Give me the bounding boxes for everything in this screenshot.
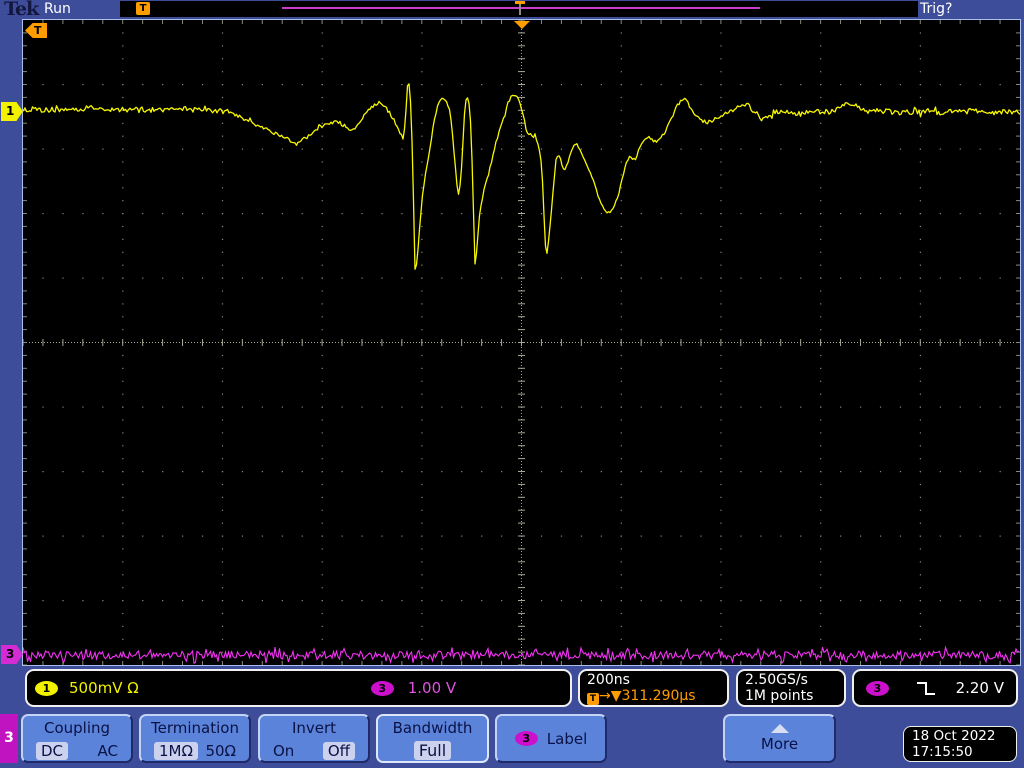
trigger-status: Trig?	[920, 1, 953, 17]
more-title: More	[760, 735, 799, 753]
invert-option-on[interactable]: On	[273, 742, 294, 760]
label-channel-badge: 3	[514, 731, 538, 746]
graticule-display	[22, 19, 1021, 666]
trigger-t-icon: T	[587, 693, 599, 705]
waveform-plot	[23, 20, 1020, 665]
bandwidth-title: Bandwidth	[392, 719, 473, 737]
label-button[interactable]: 3 Label	[495, 714, 607, 763]
termination-title: Termination	[151, 719, 239, 737]
acquisition-status: Run	[44, 1, 71, 17]
ch3-ground-marker[interactable]: 3	[1, 645, 23, 664]
record-view-bar[interactable]: T	[120, 1, 918, 17]
termination-option-50[interactable]: 50Ω	[205, 742, 236, 760]
delay-value: 311.290µs	[621, 688, 696, 704]
record-length-readout: 1M points	[745, 688, 814, 704]
ch1-ground-marker[interactable]: 1	[1, 102, 23, 121]
coupling-option-ac[interactable]: AC	[98, 742, 118, 760]
bandwidth-value[interactable]: Full	[413, 741, 452, 760]
trigger-level-readout: 2.20 V	[955, 679, 1004, 697]
channel-readout-box: 1 500mV Ω 3 1.00 V	[25, 669, 572, 707]
date-text: 18 Oct 2022	[912, 728, 996, 744]
coupling-title: Coupling	[43, 719, 111, 737]
ch3-badge[interactable]: 3	[370, 680, 394, 696]
ch1-badge[interactable]: 1	[35, 680, 58, 696]
datetime-display: 18 Oct 2022 17:15:50	[903, 726, 1017, 762]
termination-option-1m[interactable]: 1MΩ	[154, 742, 198, 760]
tek-logo: Tek	[4, 0, 39, 20]
termination-button[interactable]: Termination 1MΩ 50Ω	[139, 714, 251, 763]
coupling-option-dc[interactable]: DC	[36, 742, 69, 760]
record-trigger-position-icon[interactable]: T	[136, 2, 150, 15]
ch3-scale-readout: 1.00 V	[407, 679, 457, 697]
timebase-readout: 200ns	[587, 672, 630, 688]
bandwidth-button[interactable]: Bandwidth Full	[376, 714, 489, 763]
invert-option-off[interactable]: Off	[322, 742, 355, 760]
trigger-source-badge: 3	[866, 680, 889, 696]
expansion-point-stem	[519, 4, 521, 15]
label-title: Label	[546, 729, 588, 748]
ch1-scale-readout: 500mV Ω	[69, 679, 139, 697]
more-up-arrow-icon	[770, 724, 789, 733]
trigger-readout-box: 3 2.20 V	[852, 669, 1018, 707]
more-button[interactable]: More	[723, 714, 836, 763]
sample-rate-readout: 2.50GS/s	[745, 672, 808, 688]
acquisition-readout-box: 2.50GS/s 1M points	[736, 669, 846, 707]
invert-title: Invert	[291, 719, 337, 737]
oscilloscope-screen: Tek Run T Trig? T 1 3 1 500mV Ω 3 1.00 V…	[0, 0, 1024, 768]
time-text: 17:15:50	[912, 744, 973, 760]
invert-button[interactable]: Invert On Off	[258, 714, 370, 763]
coupling-button[interactable]: Coupling DC AC	[21, 714, 133, 763]
top-status-bar: Tek Run T Trig?	[0, 0, 1024, 20]
menu-channel-tab: 3	[0, 714, 18, 763]
falling-edge-icon	[917, 682, 935, 695]
record-view-waveform	[282, 7, 760, 9]
delay-readout: T →▼311.290µs	[587, 688, 720, 705]
horizontal-readout-box: 200ns T →▼311.290µs	[578, 669, 729, 707]
delay-arrows: →▼	[599, 688, 622, 704]
